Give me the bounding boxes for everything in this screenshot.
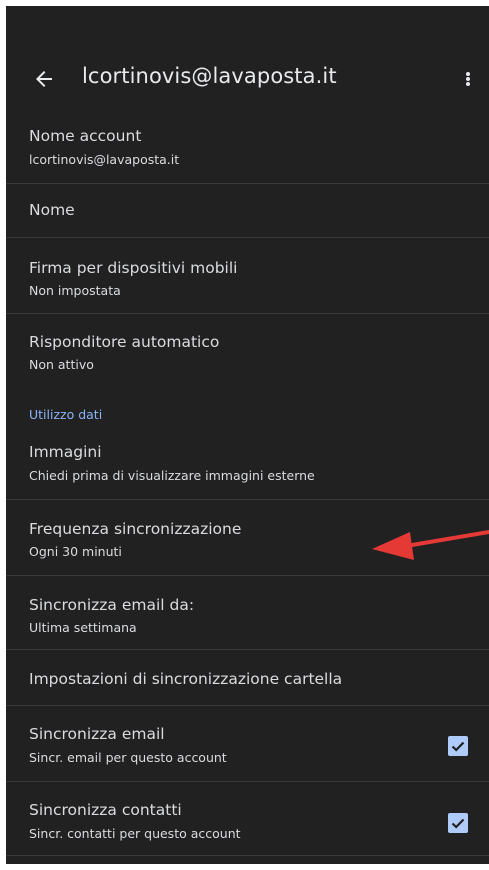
setting-title: Risponditore automatico [29, 333, 220, 351]
arrow-back-icon[interactable] [32, 67, 56, 91]
setting-images[interactable]: Immagini Chiedi prima di visualizzare im… [6, 434, 489, 500]
setting-title: Sincronizza email [29, 725, 165, 743]
section-header-data-usage: Utilizzo dati [29, 407, 103, 422]
setting-account-name[interactable]: Nome account lcortinovis@lavaposta.it [6, 116, 489, 184]
setting-title: Immagini [29, 443, 102, 461]
settings-screen: lcortinovis@lavaposta.it Nome account lc… [6, 6, 489, 864]
setting-title: Nome [29, 201, 75, 219]
setting-title: Sincronizza email da: [29, 596, 195, 614]
setting-title: Sincronizza contatti [29, 801, 182, 819]
setting-subtitle: Chiedi prima di visualizzare immagini es… [29, 468, 315, 483]
setting-title: Impostazioni di sincronizzazione cartell… [29, 670, 343, 688]
setting-subtitle: Sincr. contatti per questo account [29, 826, 241, 841]
setting-subtitle: Non attivo [29, 357, 94, 372]
setting-subtitle: lcortinovis@lavaposta.it [29, 152, 180, 167]
setting-auto-reply[interactable]: Risponditore automatico Non attivo [6, 314, 489, 394]
more-vert-icon[interactable] [460, 67, 476, 91]
check-icon [451, 818, 465, 829]
app-bar: lcortinovis@lavaposta.it [6, 6, 489, 126]
setting-sync-email[interactable]: Sincronizza email Sincr. email per quest… [6, 706, 489, 782]
setting-sync-contacts[interactable]: Sincronizza contatti Sincr. contatti per… [6, 782, 489, 856]
setting-title: Nome account [29, 127, 142, 145]
setting-sync-email-from[interactable]: Sincronizza email da: Ultima settimana [6, 576, 489, 650]
annotation-arrow-icon [372, 530, 489, 560]
setting-subtitle: Non impostata [29, 283, 121, 298]
sync-email-checkbox[interactable] [448, 736, 468, 756]
sync-contacts-checkbox[interactable] [448, 813, 468, 833]
setting-title: Firma per dispositivi mobili [29, 259, 238, 277]
setting-folder-sync[interactable]: Impostazioni di sincronizzazione cartell… [6, 650, 489, 706]
check-icon [451, 741, 465, 752]
setting-title: Frequenza sincronizzazione [29, 520, 242, 538]
page-title: lcortinovis@lavaposta.it [82, 64, 337, 88]
setting-subtitle: Ogni 30 minuti [29, 544, 122, 559]
setting-mobile-signature[interactable]: Firma per dispositivi mobili Non imposta… [6, 238, 489, 314]
setting-subtitle: Ultima settimana [29, 620, 137, 635]
setting-name[interactable]: Nome [6, 184, 489, 238]
setting-subtitle: Sincr. email per questo account [29, 750, 227, 765]
